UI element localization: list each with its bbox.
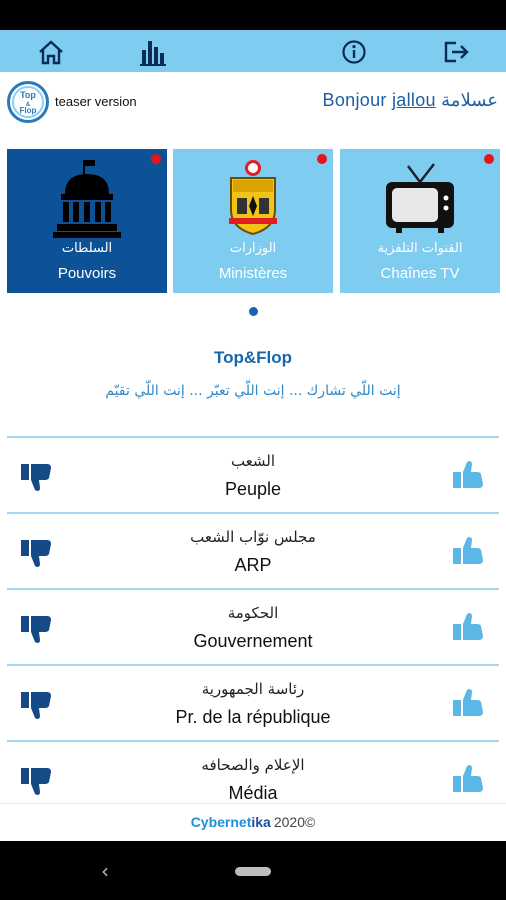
app-logo: Top & Flop: [7, 81, 49, 123]
greeting-arabic: عسلامة: [435, 90, 498, 110]
thumbs-up-icon[interactable]: [451, 458, 487, 494]
footer-brand-a: Cybernet: [190, 814, 252, 830]
tv-icon: [340, 157, 500, 239]
thumbs-up-icon[interactable]: [451, 534, 487, 570]
item-ar-label: الحكومة: [227, 604, 279, 622]
home-icon[interactable]: [37, 38, 65, 66]
username-link[interactable]: jallou: [392, 90, 436, 110]
category-fr-label: Pouvoirs: [57, 265, 117, 282]
tunisia-emblem-icon: [173, 157, 333, 239]
thumbs-up-icon[interactable]: [451, 686, 487, 722]
category-fr-label: Ministères: [218, 265, 288, 282]
footer-brand-b: ika: [251, 814, 271, 830]
thumbs-up-icon[interactable]: [451, 610, 487, 646]
teaser-label: teaser version: [55, 94, 137, 109]
info-icon[interactable]: [340, 38, 368, 66]
carousel-page-indicator[interactable]: [249, 307, 258, 316]
category-ar-label: الوزارات: [229, 241, 277, 256]
list-item: الإعلام والصحافه Média: [7, 740, 499, 803]
back-chevron-icon[interactable]: ‹: [101, 859, 109, 883]
list-item: الشعب Peuple: [7, 436, 499, 512]
top-toolbar: [0, 30, 506, 72]
item-fr-label: ARP: [234, 555, 272, 575]
item-fr-label: Média: [228, 783, 278, 803]
category-card-ministeres[interactable]: الوزارات Ministères: [173, 149, 333, 293]
item-fr-label: Gouvernement: [193, 631, 313, 651]
category-card-pouvoirs[interactable]: السلطات Pouvoirs: [7, 149, 167, 293]
footer-year: 2020©: [273, 814, 316, 830]
svg-text:Top: Top: [20, 90, 36, 100]
category-ar-label: القنوات التلفزية: [377, 241, 463, 256]
item-ar-label: الشعب: [230, 452, 276, 470]
greeting: Bonjour jallou عسلامة: [323, 90, 498, 111]
vote-list[interactable]: الشعب Peuple مجلس نوّاب الشعب ARP الحكوم…: [7, 436, 499, 803]
thumbs-up-icon[interactable]: [451, 762, 487, 798]
item-ar-label: مجلس نوّاب الشعب: [190, 528, 316, 546]
category-card-chaines-tv[interactable]: القنوات التلفزية Chaînes TV: [340, 149, 500, 293]
system-nav-bar: ‹: [0, 841, 506, 900]
stats-icon[interactable]: [139, 38, 167, 66]
item-ar-label: رئاسة الجمهورية: [201, 680, 305, 698]
section-title: Top&Flop: [213, 348, 293, 367]
list-item: رئاسة الجمهورية Pr. de la république: [7, 664, 499, 740]
item-fr-label: Peuple: [224, 479, 282, 499]
item-fr-label: Pr. de la république: [175, 707, 331, 727]
status-bar: [0, 0, 506, 30]
greeting-prefix: Bonjour: [322, 90, 392, 110]
category-fr-label: Chaînes TV: [380, 265, 460, 282]
list-item: الحكومة Gouvernement: [7, 588, 499, 664]
category-ar-label: السلطات: [61, 241, 113, 256]
home-pill-icon[interactable]: [235, 867, 271, 876]
list-item: مجلس نوّاب الشعب ARP: [7, 512, 499, 588]
logout-icon[interactable]: [442, 38, 470, 66]
app-header: Top & Flop teaser version Bonjour jallou ع…: [0, 72, 506, 134]
svg-text:Flop: Flop: [20, 106, 37, 115]
tagline: إنت اللّي تشارك ... إنت اللّي تعبّر ... …: [105, 383, 401, 399]
item-ar-label: الإعلام والصحافه: [201, 756, 305, 774]
category-carousel[interactable]: السلطات Pouvoirs الوزارات Ministères الق…: [7, 149, 500, 293]
footer: Cybernetika 2020©: [0, 803, 506, 841]
footer-brand: Cybernetika: [191, 814, 271, 830]
parliament-icon: [7, 157, 167, 239]
